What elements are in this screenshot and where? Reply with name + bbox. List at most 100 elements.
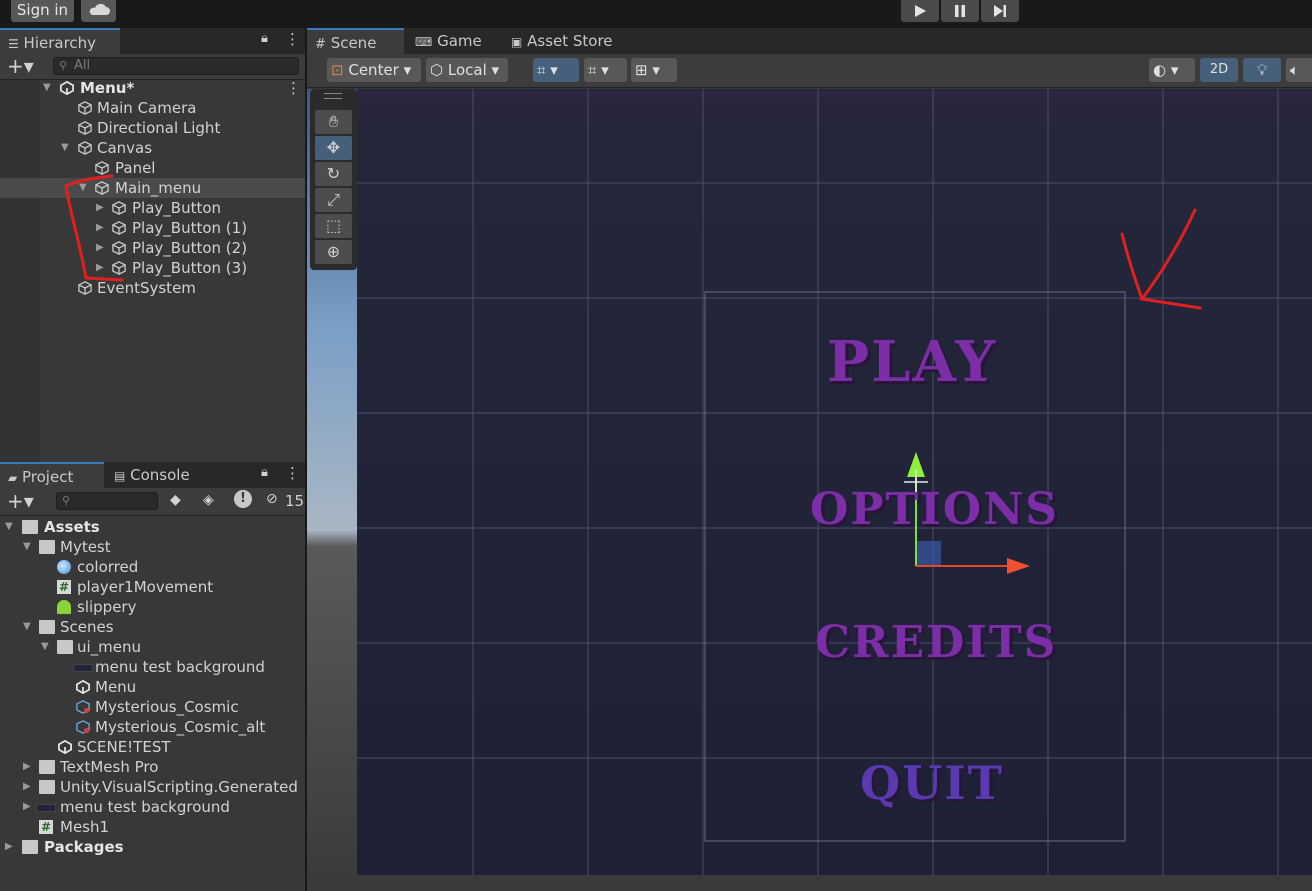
project-item[interactable]: # player1Movement [0, 577, 305, 597]
expand-arrow-icon[interactable]: ▼ [5, 517, 15, 537]
project-item[interactable]: ▶ TextMesh Pro [0, 757, 305, 777]
collapse-arrow-icon[interactable]: ▶ [23, 757, 33, 777]
pause-button[interactable] [941, 0, 979, 22]
project-item[interactable]: menu test background [0, 657, 305, 677]
viewport-bottom-strip [307, 875, 1312, 891]
credits-menu-text[interactable]: CREDITS [815, 617, 1057, 668]
hand-tool-button[interactable]: ✋︎ [315, 110, 352, 134]
scene-panel: # Scene ⌨ Game ▣ Asset Store ⊡ Center ▾ … [307, 28, 1312, 891]
audio-toggle[interactable]: 🔈︎ [1286, 58, 1312, 82]
local-cube-icon: ⬡ [430, 61, 444, 79]
hierarchy-panel: ☰ Hierarchy 🔒︎ ⋮ +▾ ⚲ All ▼ Menu* ⋮ Main… [0, 28, 305, 462]
cloud-button[interactable] [81, 0, 116, 22]
project-item[interactable]: ▶ menu test background [0, 797, 305, 817]
folder-open-icon [39, 540, 55, 554]
expand-arrow-icon[interactable]: ▼ [41, 637, 51, 657]
tab-console[interactable]: ▤ Console [106, 462, 216, 488]
tab-scene[interactable]: # Scene [307, 28, 404, 54]
scene-tabbar: # Scene ⌨ Game ▣ Asset Store [307, 28, 1312, 54]
pivot-label: Center [348, 61, 399, 79]
ruler-icon: ⊞ ▾ [635, 61, 660, 79]
project-item-label: ui_menu [77, 638, 142, 656]
rect-tool-button[interactable]: ⬚ [315, 214, 352, 238]
collapse-arrow-icon[interactable]: ▶ [23, 797, 33, 817]
unity-scene-icon [58, 740, 72, 754]
canvas-background-image [357, 91, 1312, 875]
lighting-toggle[interactable]: 💡︎ [1243, 58, 1281, 82]
folder-icon [22, 840, 38, 854]
scene-toolbar: ⊡ Center ▾ ⬡ Local ▾ ⌗ ▾ ⌗ ▾ ⊞ ▾ ◐ ▾ 2D … [307, 54, 1312, 88]
project-toolbar: +▾ ⚲ ◆ ◈ ! ⊘ 15 [0, 488, 305, 516]
project-item-label: Assets [44, 518, 100, 536]
grid-hash-icon: # [315, 37, 326, 52]
move-tool-button[interactable]: ✥ [315, 136, 352, 160]
add-icon[interactable]: +▾ [7, 489, 34, 513]
grid-snap-toggle[interactable]: ⌗ ▾ [533, 58, 579, 82]
rotate-tool-button[interactable]: ↻ [315, 162, 352, 186]
filter-by-type-icon[interactable]: ◆ [170, 492, 181, 508]
increment-snap-button[interactable]: ⌗ ▾ [584, 58, 627, 82]
top-toolbar: Sign in [0, 0, 1312, 28]
scene-viewport[interactable]: PLAY OPTIONS CREDITS QUIT [307, 89, 1312, 891]
prefab-variant-icon [76, 720, 90, 734]
pivot-center-dropdown[interactable]: ⊡ Center ▾ [327, 58, 421, 82]
project-item-label: Mysterious_Cosmic_alt [95, 718, 266, 736]
play-button[interactable] [901, 0, 939, 22]
folder-open-icon [39, 620, 55, 634]
shading-sphere-icon: ◐ ▾ [1153, 61, 1179, 79]
project-item[interactable]: ▼ ui_menu [0, 637, 305, 657]
project-item[interactable]: ▼ Mytest [0, 537, 305, 557]
project-item[interactable]: ▶ Unity.VisualScripting.Generated [0, 777, 305, 797]
tab-project[interactable]: ▰ Project [0, 462, 104, 488]
console-tab-label: Console [130, 466, 190, 484]
project-item[interactable]: SCENE!TEST [0, 737, 305, 757]
collapse-arrow-icon[interactable]: ▶ [23, 777, 33, 797]
kebab-menu-icon[interactable]: ⋮ [285, 464, 300, 482]
project-item[interactable]: Mysterious_Cosmic_alt [0, 717, 305, 737]
project-item[interactable]: Mysterious_Cosmic [0, 697, 305, 717]
transform-tool-button[interactable]: ⊕ [315, 240, 352, 264]
step-button[interactable] [981, 0, 1019, 22]
folder-icon [39, 760, 55, 774]
pause-icon [955, 5, 965, 17]
toolbox-drag-handle[interactable] [324, 93, 342, 99]
expand-arrow-icon[interactable]: ▼ [23, 617, 33, 637]
unity-scene-icon [76, 680, 90, 694]
space-local-dropdown[interactable]: ⬡ Local ▾ [426, 58, 508, 82]
ruler-dropdown[interactable]: ⊞ ▾ [631, 58, 677, 82]
project-item-label: TextMesh Pro [60, 758, 159, 776]
sign-in-button[interactable]: Sign in [11, 0, 74, 22]
lightbulb-icon: 💡︎ [1256, 61, 1268, 79]
project-item[interactable]: ▼ Scenes [0, 617, 305, 637]
tab-asset-store[interactable]: ▣ Asset Store [503, 28, 623, 54]
collapse-arrow-icon[interactable]: ▶ [5, 837, 15, 857]
project-item[interactable]: Menu [0, 677, 305, 697]
project-item-label: Mytest [60, 538, 111, 556]
project-item[interactable]: slippery [0, 597, 305, 617]
project-item-label: slippery [77, 598, 137, 616]
hidden-eye-icon[interactable]: ⊘ [266, 491, 278, 507]
play-menu-text[interactable]: PLAY [827, 329, 997, 395]
toggle-2d-button[interactable]: 2D [1200, 58, 1238, 82]
expand-arrow-icon[interactable]: ▼ [23, 537, 33, 557]
tag-icon[interactable]: ◈ [203, 492, 214, 508]
space-label: Local [447, 61, 487, 79]
texture-thumbnail-icon [73, 664, 93, 672]
folder-icon: ▰ [8, 471, 18, 485]
draw-mode-dropdown[interactable]: ◐ ▾ [1149, 58, 1195, 82]
project-panel: ▰ Project ▤ Console 🔒︎ ⋮ +▾ ⚲ ◆ ◈ ! ⊘ 15… [0, 462, 305, 891]
project-search-input[interactable]: ⚲ [56, 492, 158, 510]
warning-icon[interactable]: ! [234, 490, 252, 508]
options-menu-text[interactable]: OPTIONS [810, 484, 1059, 535]
snap-magnet-icon: ⌗ ▾ [588, 61, 609, 79]
tab-game[interactable]: ⌨ Game [407, 28, 502, 54]
pivot-icon: ⊡ [331, 61, 344, 79]
scale-tool-button[interactable]: ⤢ [315, 188, 352, 212]
project-item[interactable]: # Mesh1 [0, 817, 305, 837]
lock-icon[interactable]: 🔒︎ [261, 465, 268, 480]
speaker-icon: 🔈︎ [1290, 61, 1300, 79]
project-item[interactable]: ▶ Packages [0, 837, 305, 857]
project-item[interactable]: ▼ Assets [0, 517, 305, 537]
project-item[interactable]: colorred [0, 557, 305, 577]
quit-menu-text[interactable]: QUIT [860, 756, 1004, 810]
